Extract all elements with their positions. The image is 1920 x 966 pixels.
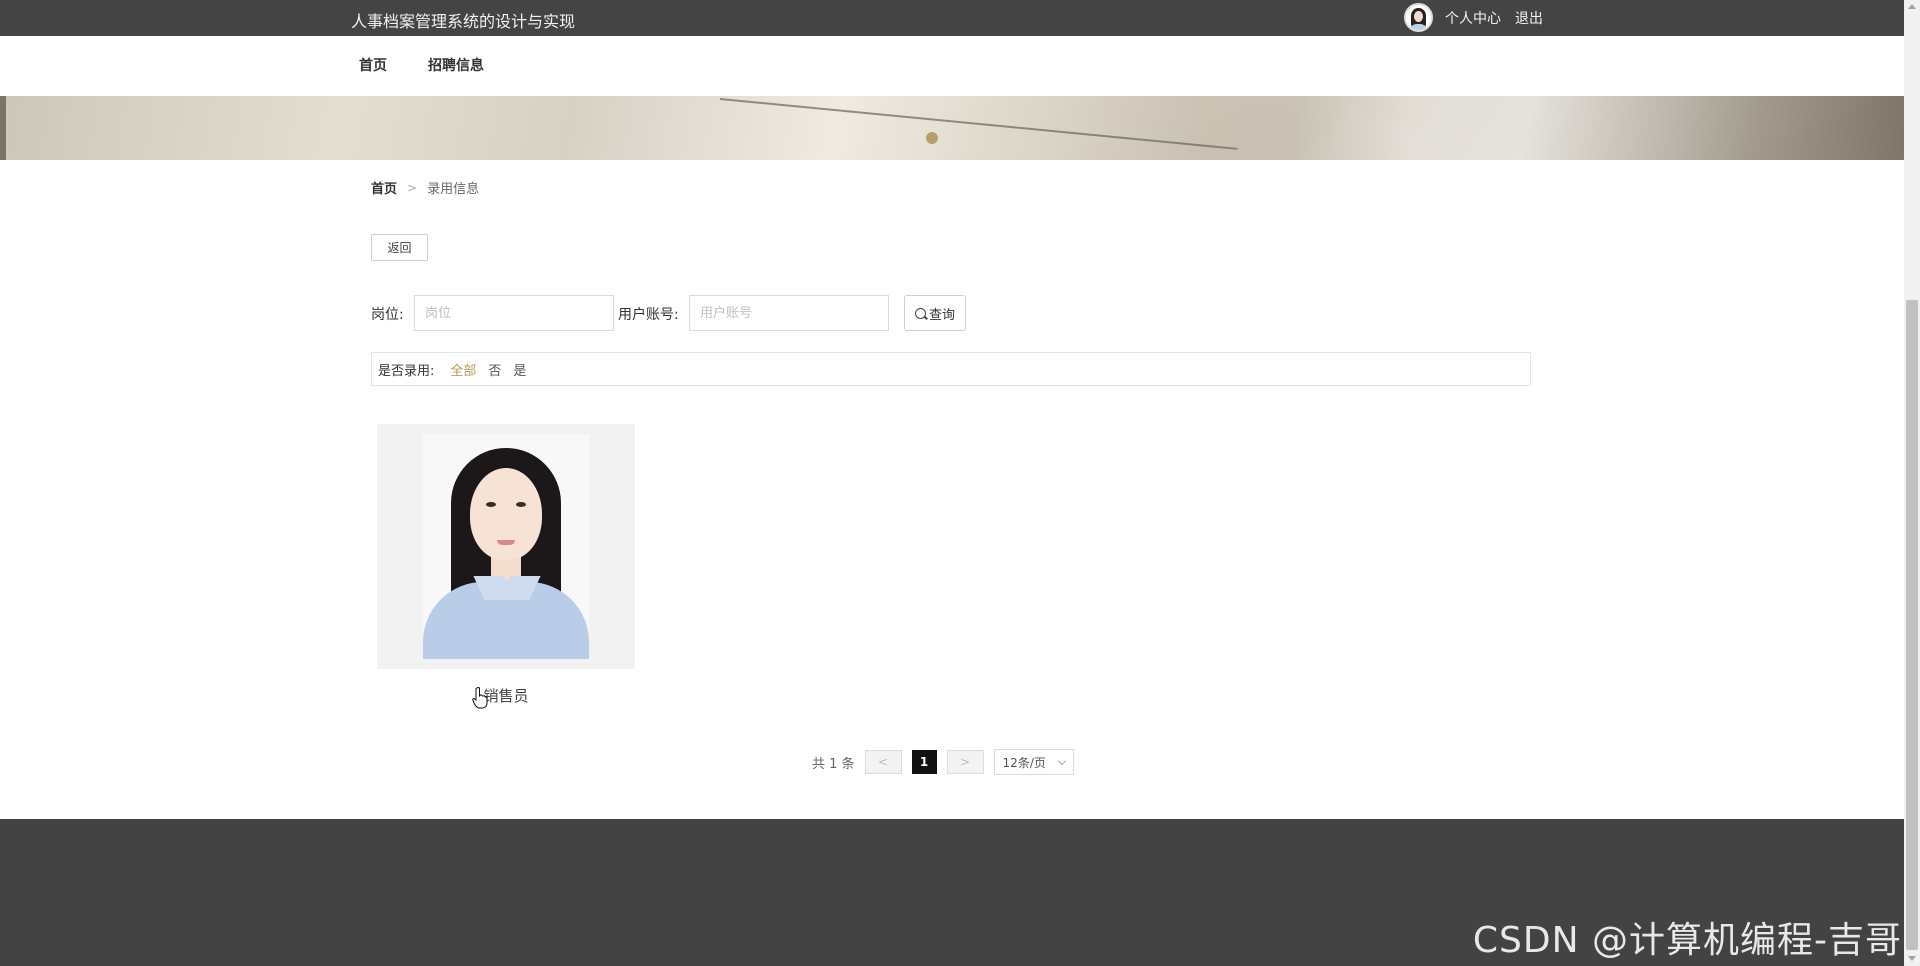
avatar[interactable] — [1404, 3, 1433, 32]
pagination-prev-button[interactable]: < — [864, 750, 902, 774]
pagination-total: 共 1 条 — [812, 756, 855, 772]
back-button[interactable]: 返回 — [371, 234, 428, 261]
top-bar: 人事档案管理系统的设计与实现 个人中心 退出 — [0, 0, 1904, 36]
search-button[interactable]: 查询 — [904, 295, 966, 331]
carousel-indicator-dot[interactable] — [926, 132, 938, 144]
main-nav: 首页 招聘信息 — [0, 36, 1904, 96]
pagination-page-1[interactable]: 1 — [911, 750, 937, 774]
scroll-up-arrow-icon[interactable] — [1908, 4, 1916, 9]
nav-item-recruitment[interactable]: 招聘信息 — [428, 55, 484, 75]
user-area: 个人中心 退出 — [1404, 3, 1543, 32]
pagination-next-button[interactable]: > — [946, 750, 984, 774]
card-photo[interactable] — [423, 434, 589, 659]
search-icon — [914, 307, 926, 319]
breadcrumb-separator: > — [407, 180, 418, 195]
nav-item-home[interactable]: 首页 — [359, 55, 387, 75]
logout-link[interactable]: 退出 — [1515, 8, 1543, 28]
watermark-text: CSDN @计算机编程-吉哥 — [1472, 920, 1902, 961]
banner-carousel — [0, 96, 1904, 160]
breadcrumb-home[interactable]: 首页 — [371, 178, 397, 197]
position-label: 岗位: — [371, 307, 404, 323]
chevron-down-icon — [1057, 756, 1066, 765]
hand-cursor-icon — [472, 687, 488, 709]
page-size-select[interactable]: 12条/页 — [993, 749, 1074, 775]
scrollbar-thumb[interactable] — [1906, 300, 1918, 950]
page-size-value: 12条/页 — [1002, 755, 1046, 770]
position-input[interactable] — [414, 295, 614, 331]
scroll-down-arrow-icon[interactable] — [1908, 956, 1916, 961]
hired-filter-bar: 是否录用: 全部 否 是 — [371, 352, 1531, 386]
hired-filter-title: 是否录用: — [378, 363, 435, 379]
filter-option-all[interactable]: 全部 — [450, 360, 476, 379]
filter-option-no[interactable]: 否 — [488, 360, 501, 379]
site-title: 人事档案管理系统的设计与实现 — [351, 12, 576, 31]
user-center-link[interactable]: 个人中心 — [1445, 8, 1501, 28]
card-title[interactable]: 销售员 — [377, 685, 635, 706]
account-label: 用户账号: — [618, 307, 679, 323]
account-input[interactable] — [689, 295, 889, 331]
pagination: 共 1 条 < 1 > 12条/页 — [812, 749, 1074, 775]
breadcrumb-current: 录用信息 — [427, 182, 480, 197]
search-button-label: 查询 — [928, 307, 955, 323]
filter-option-yes[interactable]: 是 — [513, 360, 526, 379]
breadcrumb: 首页 > 录用信息 — [371, 178, 480, 198]
result-card[interactable] — [377, 424, 635, 669]
